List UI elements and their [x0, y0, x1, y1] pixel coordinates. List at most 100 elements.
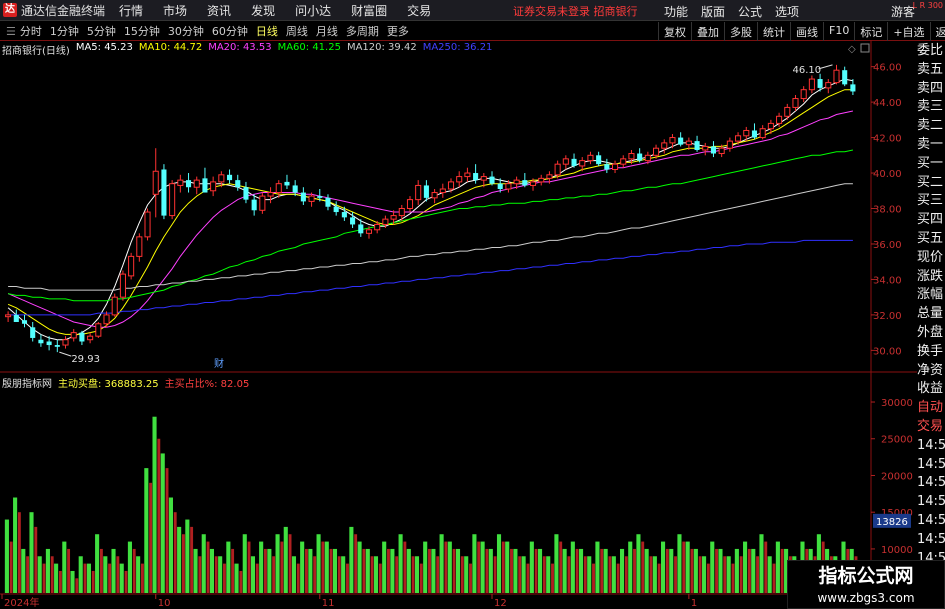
candle-body	[398, 208, 405, 217]
candle-body	[505, 183, 512, 190]
period-monthly[interactable]: 月线	[316, 23, 338, 39]
volume-bar-green	[275, 534, 280, 593]
period-30min[interactable]: 30分钟	[168, 23, 204, 39]
candle-body	[529, 181, 537, 186]
multi-stock-button[interactable]: 多股	[724, 22, 757, 41]
volume-bar-red	[255, 563, 259, 593]
menu-ask[interactable]: 问小达	[295, 2, 331, 19]
period-daily[interactable]: 日线	[256, 23, 278, 39]
period-weekly[interactable]: 周线	[286, 23, 308, 39]
grid-icon[interactable]: ☰	[6, 25, 16, 38]
indicator-name: 殷朋指标网	[2, 379, 52, 390]
volume-bar-red	[264, 548, 267, 593]
volume-bar-green	[718, 548, 723, 593]
candle-body	[62, 339, 69, 346]
kline-chart[interactable]: 46.00 44.00 42.00 40.00 38.00 36.00 34.00 32.00…	[0, 40, 917, 609]
menu-formula[interactable]: 公式	[738, 3, 762, 20]
candle-body	[30, 327, 36, 338]
menu-news[interactable]: 资讯	[207, 2, 231, 19]
volume-bar-green	[209, 548, 214, 593]
menu-discover[interactable]: 发现	[251, 2, 275, 19]
volume-bar-red	[157, 438, 161, 593]
volume-bar-green	[439, 534, 444, 593]
stock-info-bar: 招商银行(日线) MA5: 45.23 MA10: 44.72 MA20: 43…	[2, 42, 498, 57]
statistics-button[interactable]: 统计	[757, 22, 790, 41]
menu-options[interactable]: 选项	[775, 3, 799, 20]
f10-button[interactable]: F10	[823, 22, 854, 41]
period-more[interactable]: 更多	[387, 23, 409, 39]
side-label: 14:56	[917, 494, 945, 510]
volume-bar-green	[144, 468, 149, 593]
volume-bar-green	[775, 541, 780, 593]
side-label: 卖五	[917, 61, 944, 77]
price-tick-label: 46.00	[873, 63, 902, 74]
volume-bar-red	[370, 556, 374, 593]
volume-bar-red	[149, 482, 153, 593]
volume-bar-red	[608, 556, 612, 593]
volume-bar-red	[444, 541, 448, 593]
event-marker: 财	[214, 357, 224, 370]
volume-bar-green	[743, 541, 748, 593]
side-label: 卖三	[917, 99, 944, 115]
overlay-button[interactable]: 叠加	[691, 22, 724, 41]
menu-trade[interactable]: 交易	[407, 2, 431, 19]
candle-body	[439, 188, 446, 194]
candle-body	[833, 69, 840, 84]
login-notice[interactable]: 证券交易未登录 招商银行	[513, 3, 638, 19]
volume-bar-green	[13, 497, 18, 593]
volume-bar-red	[715, 548, 718, 593]
candle-body	[243, 187, 249, 200]
indicator-info-bar: 殷朋指标网 主动买盘: 368883.25 主买占比%: 82.05	[2, 375, 255, 390]
volume-bar-green	[710, 541, 715, 593]
mark-button[interactable]: 标记	[854, 22, 887, 41]
volume-bar-red	[280, 541, 284, 593]
volume-bar-green	[702, 556, 707, 593]
volume-bar-red	[518, 556, 522, 593]
period-multi[interactable]: 多周期	[346, 23, 379, 39]
volume-bar-red	[551, 563, 554, 593]
volume-bar-red	[624, 556, 628, 593]
volume-bar-green	[726, 556, 731, 593]
candle-body	[538, 177, 545, 183]
x-tick-label: 1	[691, 598, 697, 609]
restore-rights-button[interactable]: 复权	[658, 22, 691, 41]
period-5min[interactable]: 5分钟	[87, 23, 116, 39]
buy-ratio-value: 主买占比%: 82.05	[164, 379, 250, 390]
candle-body	[374, 223, 381, 231]
volume-bar-green	[226, 541, 231, 593]
period-60min[interactable]: 60分钟	[212, 23, 248, 39]
menu-wealth[interactable]: 财富圈	[351, 2, 387, 19]
volume-bar-red	[665, 548, 669, 593]
menu-quotes[interactable]: 行情	[119, 2, 143, 19]
volume-bar-red	[395, 556, 399, 593]
volume-bar-red	[140, 563, 144, 593]
volume-bar-red	[313, 556, 317, 593]
guest-user[interactable]: 游客	[891, 3, 915, 20]
draw-line-button[interactable]: 画线	[790, 22, 823, 41]
volume-bar-red	[657, 563, 661, 593]
volume-bar-red	[583, 556, 587, 593]
add-watchlist-button[interactable]: +自选	[887, 22, 929, 41]
volume-bar-green	[193, 548, 198, 593]
back-button[interactable]: 返回	[929, 22, 945, 41]
candle-body	[390, 215, 397, 220]
volume-bar-green	[447, 541, 452, 593]
volume-bar-green	[357, 541, 362, 593]
candle-body	[406, 199, 414, 210]
volume-bar-red	[58, 570, 62, 593]
watermark-url: www.zbgs3.com	[817, 591, 915, 605]
menu-layout[interactable]: 版面	[701, 3, 725, 20]
volume-bar-green	[78, 556, 83, 593]
period-intraday[interactable]: 分时	[20, 23, 42, 39]
volume-bar-red	[526, 563, 530, 593]
ma250-value: MA250: 36.21	[422, 42, 493, 53]
candle-body	[119, 273, 126, 298]
volume-bar-red	[67, 548, 71, 593]
x-tick-label: 12	[494, 598, 507, 609]
menu-market[interactable]: 市场	[163, 2, 187, 19]
volume-bar-green	[111, 548, 116, 593]
menu-function[interactable]: 功能	[664, 3, 688, 20]
period-1min[interactable]: 1分钟	[50, 23, 79, 39]
watermark: 指标公式网 www.zbgs3.com	[787, 560, 945, 609]
period-15min[interactable]: 15分钟	[124, 23, 160, 39]
